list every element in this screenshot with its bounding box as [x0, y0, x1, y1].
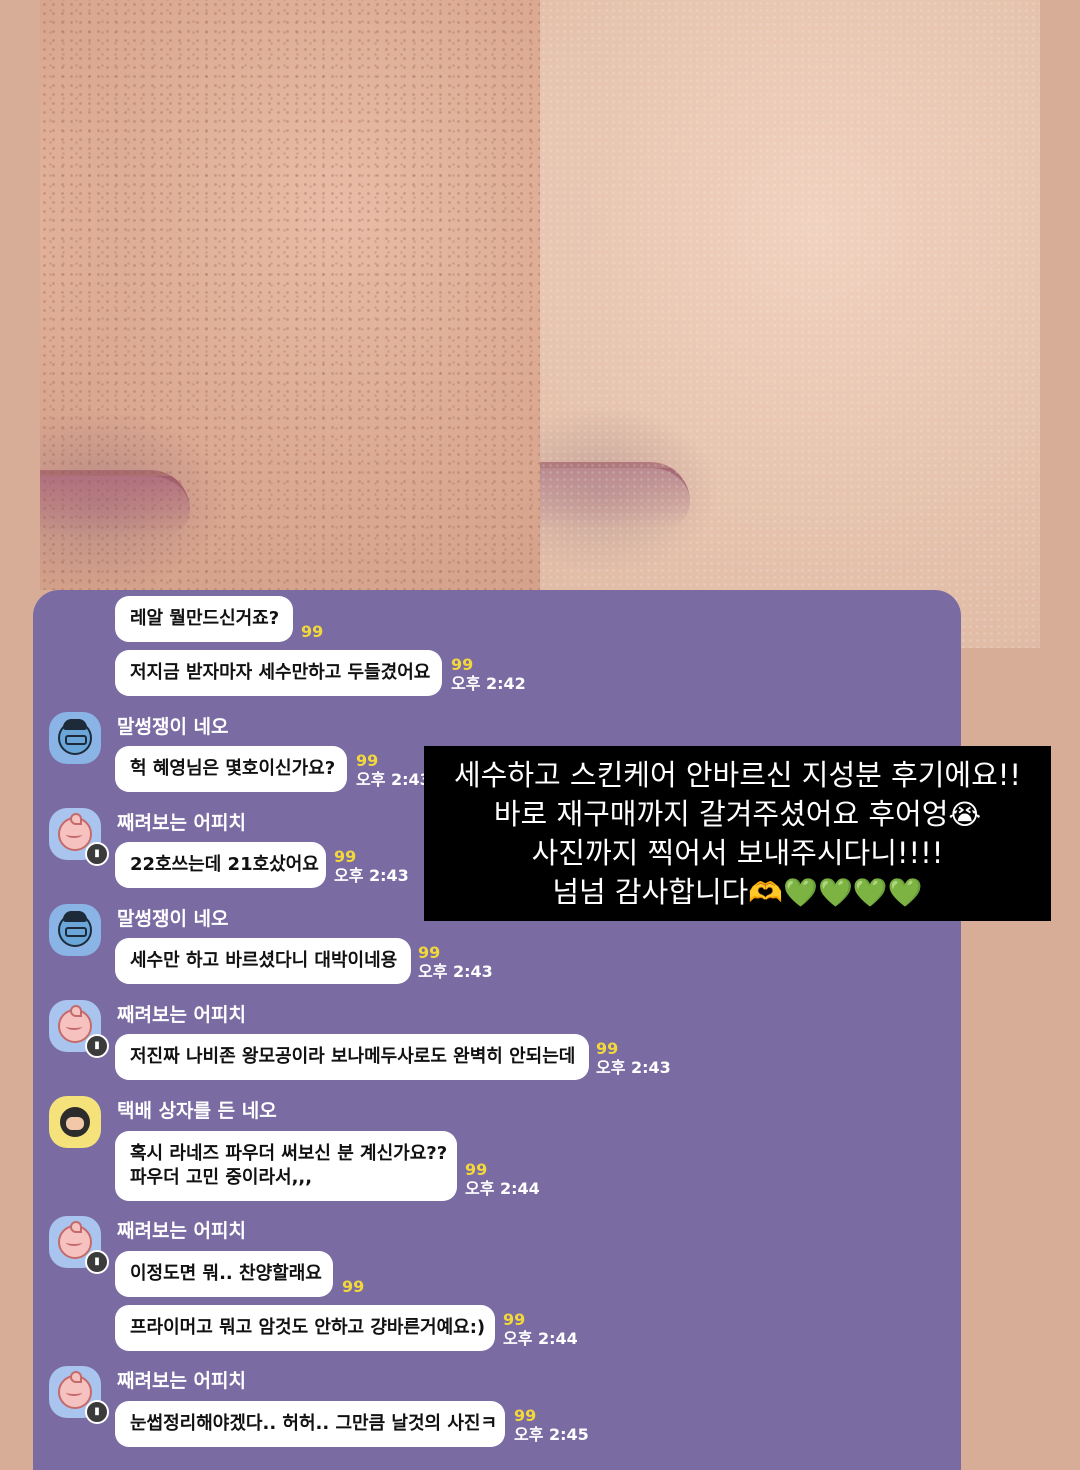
- caption-line-2: 바로 재구매까지 갈겨주셨어요 후어엉😭: [494, 795, 981, 834]
- message-time: 오후 2:43: [356, 770, 431, 789]
- message-time: 오후 2:43: [334, 866, 409, 885]
- message-text: 눈썹정리해야겠다.. 허허.. 그만큼 날것의 사진ㅋ: [130, 1413, 498, 1434]
- message-text: 22호쓰는데 21호샀어요: [130, 854, 319, 875]
- message-text-line: 혹시 라네즈 파우더 써보신 분 계신가요??: [130, 1143, 448, 1164]
- message-text: 이정도면 뭐.. 찬양할래요: [130, 1263, 322, 1284]
- crying-face-icon: 😭: [948, 797, 982, 831]
- box-neo-avatar-icon[interactable]: [49, 1096, 101, 1148]
- message-meta: 99 오후 2:43: [596, 1040, 671, 1078]
- message-text: 저지금 받자마자 세수만하고 두들겼어요: [130, 662, 431, 683]
- caption-text: 넘넘 감사합니다: [552, 874, 749, 909]
- sender-name: 택배 상자를 든 네오: [117, 1100, 277, 1122]
- unread-count: 99: [503, 1310, 526, 1329]
- caption-line-4: 넘넘 감사합니다🫶💚💚💚💚: [552, 873, 922, 912]
- sender-name: 째려보는 어피치: [117, 812, 246, 834]
- message-bubble: 22호쓰는데 21호샀어요: [115, 842, 326, 888]
- message-bubble: 레알 뭘만드신거죠?: [115, 596, 293, 642]
- message-time: 오후 2:44: [465, 1179, 540, 1198]
- message-meta: 99 오후 2:43: [356, 752, 431, 790]
- unread-count: 99: [342, 1277, 365, 1296]
- message-bubble: 헉 혜영님은 몇호이신가요?: [115, 746, 347, 792]
- message-meta: 99 오후 2:45: [514, 1407, 589, 1445]
- sender-name: 째려보는 어피치: [117, 1220, 246, 1242]
- unread-count: 99: [514, 1406, 537, 1425]
- unread-count: 99: [465, 1160, 488, 1179]
- message-meta: 99 오후 2:42: [451, 656, 526, 694]
- message-text-line: 파우더 고민 중이라서,,,: [130, 1167, 313, 1188]
- message-bubble: 세수만 하고 바르셨다니 대박이네용: [115, 938, 411, 984]
- message-text: 헉 혜영님은 몇호이신가요?: [130, 758, 336, 779]
- message-time: 오후 2:44: [503, 1329, 578, 1348]
- chat-panel: 레알 뭘만드신거죠? 99 저지금 받자마자 세수만하고 두들겼어요 99 오후 …: [33, 590, 961, 1470]
- message-meta: 99: [301, 623, 323, 641]
- unread-count: 99: [301, 622, 324, 641]
- unread-count: 99: [356, 751, 379, 770]
- neo-avatar-icon[interactable]: [49, 712, 101, 764]
- apeach-avatar-icon[interactable]: ▮: [49, 808, 109, 866]
- message-text: 세수만 하고 바르셨다니 대박이네용: [130, 950, 398, 971]
- message-meta: 99 오후 2:44: [503, 1311, 578, 1349]
- message-bubble: 프라이머고 뭐고 암것도 안하고 걍바른거예요:): [115, 1305, 495, 1351]
- caption-line-1: 세수하고 스킨케어 안바르신 지성분 후기에요!!: [453, 757, 1022, 792]
- lip-shape: [40, 470, 190, 536]
- caption-text: 바로 재구매까지 갈겨주셨어요 후어엉: [493, 796, 949, 831]
- lip-shape: [540, 462, 690, 528]
- sender-name: 째려보는 어피치: [117, 1370, 246, 1392]
- apeach-avatar-icon[interactable]: ▮: [49, 1366, 109, 1424]
- message-meta: 99 오후 2:43: [334, 848, 409, 886]
- sender-name: 말썽쟁이 네오: [117, 716, 229, 738]
- sender-name: 째려보는 어피치: [117, 1004, 246, 1026]
- message-meta: 99 오후 2:43: [418, 944, 493, 982]
- message-bubble: 저지금 받자마자 세수만하고 두들겼어요: [115, 650, 442, 696]
- neo-avatar-icon[interactable]: [49, 904, 101, 956]
- message-bubble: 저진짜 나비존 왕모공이라 보나메두사로도 완벽히 안되는데: [115, 1034, 589, 1080]
- unread-count: 99: [334, 847, 357, 866]
- message-meta: 99 오후 2:44: [465, 1161, 540, 1199]
- message-time: 오후 2:42: [451, 674, 526, 693]
- message-text: 레알 뭘만드신거죠?: [130, 608, 280, 629]
- unread-count: 99: [418, 943, 441, 962]
- message-text: 저진짜 나비존 왕모공이라 보나메두사로도 완벽히 안되는데: [130, 1046, 576, 1067]
- message-time: 오후 2:43: [596, 1058, 671, 1077]
- heart-icons: 🫶💚💚💚💚: [748, 875, 923, 909]
- message-meta: 99: [342, 1278, 364, 1296]
- unread-count: 99: [451, 655, 474, 674]
- after-skin-photo: [540, 0, 1040, 648]
- sender-name: 말썽쟁이 네오: [117, 908, 229, 930]
- review-caption: 세수하고 스킨케어 안바르신 지성분 후기에요!! 바로 재구매까지 갈겨주셨어…: [424, 746, 1051, 921]
- message-bubble: 눈썹정리해야겠다.. 허허.. 그만큼 날것의 사진ㅋ: [115, 1401, 505, 1447]
- message-time: 오후 2:43: [418, 962, 493, 981]
- caption-line-3: 사진까지 찍어서 보내주시다니!!!!: [531, 835, 944, 870]
- apeach-avatar-icon[interactable]: ▮: [49, 1216, 109, 1274]
- apeach-avatar-icon[interactable]: ▮: [49, 1000, 109, 1058]
- message-bubble: 이정도면 뭐.. 찬양할래요: [115, 1251, 333, 1297]
- message-time: 오후 2:45: [514, 1425, 589, 1444]
- unread-count: 99: [596, 1039, 619, 1058]
- message-bubble: 혹시 라네즈 파우더 써보신 분 계신가요?? 파우더 고민 중이라서,,,: [115, 1131, 457, 1201]
- before-skin-photo: [40, 0, 540, 590]
- message-text: 프라이머고 뭐고 암것도 안하고 걍바른거예요:): [130, 1317, 486, 1338]
